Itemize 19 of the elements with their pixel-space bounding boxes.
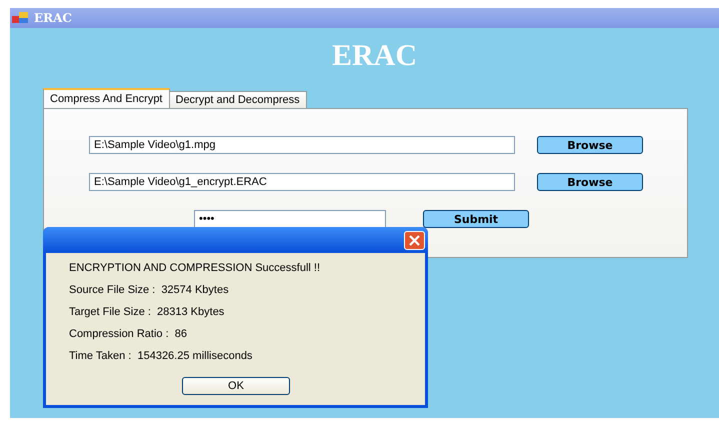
app-icon	[12, 12, 28, 24]
message-text: Compression Ratio : 86	[69, 327, 188, 342]
submit-button[interactable]: Submit	[423, 210, 529, 228]
message-text: ENCRYPTION AND COMPRESSION Successfull !!	[69, 261, 322, 276]
message-text: Target File Size : 28313 Kbytes	[69, 305, 226, 320]
browse-button[interactable]: Browse	[537, 173, 643, 191]
close-button[interactable]	[404, 230, 425, 250]
window-title: ERAC	[34, 11, 72, 25]
browse-button[interactable]: Browse	[537, 136, 643, 154]
tab[interactable]: Decrypt and Decompress	[168, 91, 307, 108]
file-path-field[interactable]: E:\Sample Video\g1_encrypt.ERAC	[89, 173, 515, 191]
message-text: Source File Size : 32574 Kbytes	[69, 283, 230, 298]
close-icon	[409, 234, 420, 246]
password-field[interactable]: ••••	[194, 210, 386, 228]
file-path-field[interactable]: E:\Sample Video\g1.mpg	[89, 136, 515, 154]
app-heading: ERAC	[332, 38, 417, 74]
ok-button[interactable]: OK	[182, 377, 290, 395]
tab[interactable]: Compress And Encrypt	[43, 88, 170, 108]
message-text: Time Taken : 154326.25 milliseconds	[69, 349, 254, 364]
